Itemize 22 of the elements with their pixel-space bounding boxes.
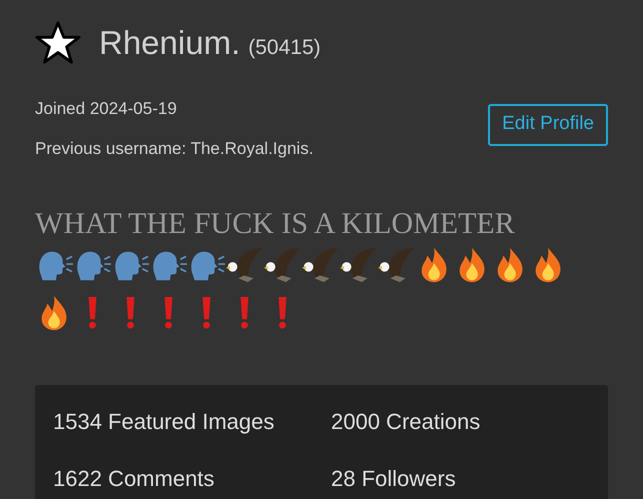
star-icon — [35, 20, 81, 66]
username: Rhenium. — [99, 23, 240, 63]
eagle-icon — [377, 246, 415, 284]
exclamation-icon — [88, 296, 96, 328]
exclamation-icon — [278, 296, 286, 328]
exclamation-icon — [164, 296, 172, 328]
joined-date: Joined 2024-05-19 — [35, 98, 178, 120]
eagle-icon — [263, 246, 301, 284]
eagle-icon — [301, 246, 339, 284]
eagle-icon — [225, 246, 263, 284]
points-count: (50415) — [248, 35, 321, 61]
stat-count: 1534 Featured Images — [53, 408, 276, 436]
exclamation-icon — [126, 296, 134, 328]
bio-text: WHAT THE FUCK IS A KILOMETER — [35, 206, 516, 242]
stat-count: 2000 Creations — [331, 408, 482, 436]
edit-profile-button[interactable]: Edit Profile — [488, 104, 608, 146]
eagle-icon — [339, 246, 377, 284]
exclamation-icon — [240, 296, 248, 328]
previous-username: Previous username: The.Royal.Ignis. — [35, 138, 314, 160]
exclamation-icon — [202, 296, 210, 328]
stat-count: 1622 Comments — [53, 464, 216, 492]
stat-count: 28 Followers — [331, 464, 457, 492]
